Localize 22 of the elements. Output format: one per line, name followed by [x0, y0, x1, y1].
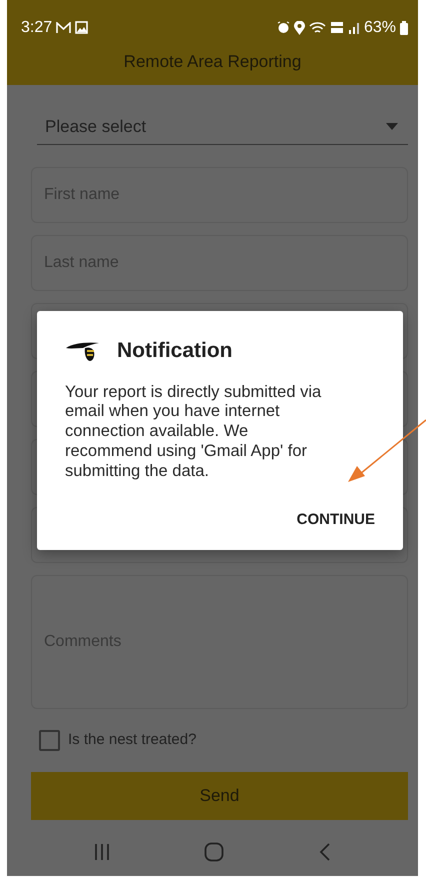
send-button[interactable]: Send: [31, 772, 408, 820]
insect-icon: [65, 340, 101, 362]
dropdown-icon: [386, 123, 398, 130]
checkbox[interactable]: [39, 730, 60, 751]
alarm-icon: [276, 21, 290, 34]
mail-icon: [56, 22, 72, 34]
checkbox-label: Is the nest treated?: [68, 730, 196, 750]
image-icon: [75, 21, 88, 34]
select-field[interactable]: Please select: [37, 109, 408, 145]
battery-icon: [400, 20, 408, 34]
wifi-icon: [308, 20, 326, 34]
dialog-message: Your report is directly submitted via email when you have internet connection available. We recommend using 'Gmail App' for submitting the data.: [65, 382, 322, 482]
status-time: 3:27: [21, 18, 52, 38]
app-title: Remote Area Reporting: [124, 52, 302, 71]
recent-apps-icon[interactable]: [94, 843, 110, 861]
dialog-title: Notification: [117, 338, 232, 364]
signal-icon: [348, 22, 360, 34]
continue-button[interactable]: CONTINUE: [296, 505, 375, 536]
battery-percentage: 63%: [364, 18, 396, 38]
back-icon[interactable]: [318, 842, 331, 862]
home-icon[interactable]: [204, 842, 224, 862]
location-icon: [294, 20, 305, 34]
